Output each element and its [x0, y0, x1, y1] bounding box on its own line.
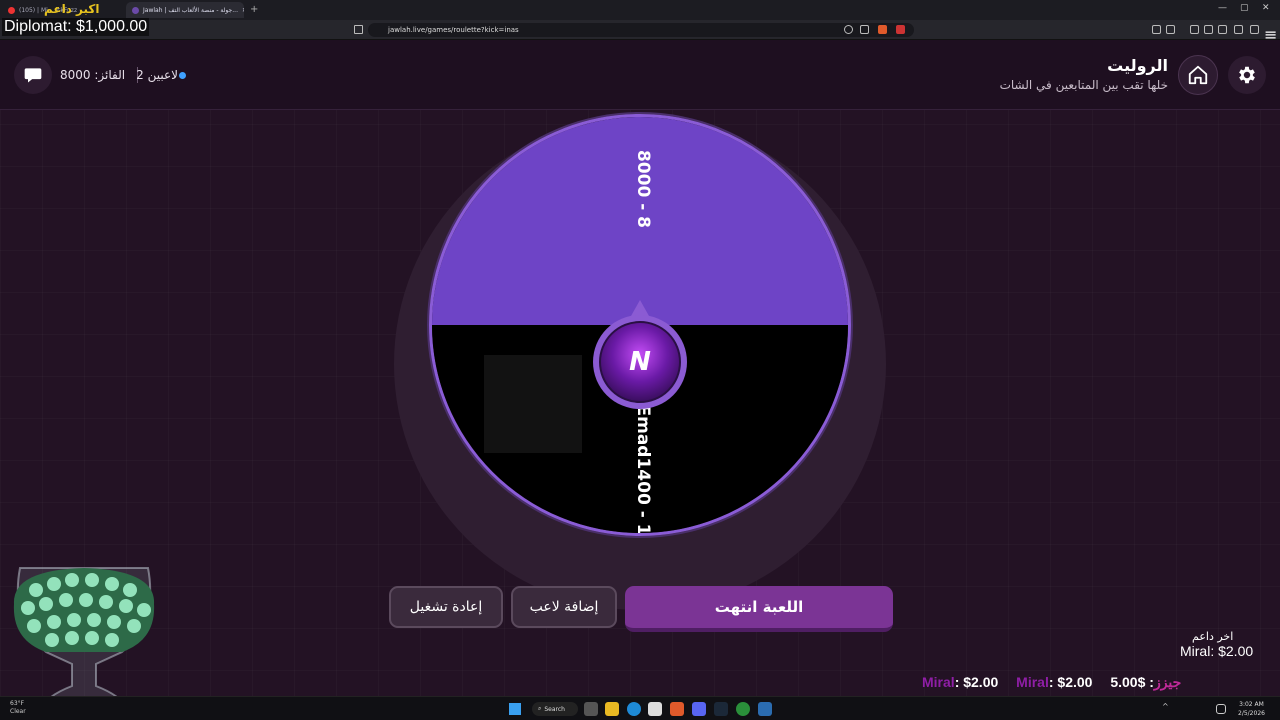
chat-button[interactable] [14, 56, 52, 94]
app-icon[interactable] [758, 702, 772, 716]
system-clock[interactable]: 3:02 AM 2/5/2026 [1238, 700, 1265, 718]
browser-address-bar: jawlah.live/games/roulette?kick=inas ≡ [0, 20, 1280, 44]
ticker-name: Miral [1016, 674, 1049, 690]
restore-icon[interactable]: ▢ [1240, 3, 1249, 13]
brave-rewards-icon[interactable] [896, 25, 905, 34]
share-icon[interactable] [860, 25, 869, 34]
restart-button[interactable]: إعادة تشغيل [389, 586, 503, 628]
vpn-icon[interactable] [1250, 25, 1259, 34]
ticker-amount: : $2.00 [1048, 674, 1093, 690]
settings-button[interactable] [1228, 56, 1266, 94]
page-header: الروليت خلها تقب بين المتابعين في الشات … [0, 40, 1280, 110]
screenshot-icon[interactable] [1166, 25, 1175, 34]
url-text: jawlah.live/games/roulette?kick=inas [388, 26, 519, 34]
ticker-amount: : $2.00 [954, 674, 999, 690]
ticker-name: Miral [922, 674, 955, 690]
weather-temp: 63°F [10, 700, 25, 707]
page-title: الروليت [1107, 56, 1168, 75]
latest-donor-entry: Miral: $2.00 [1180, 643, 1254, 659]
weather-desc: Clear [10, 708, 26, 715]
tab-label: Jawlah | جولة - منصة الألعاب التف... [143, 6, 238, 14]
page-subtitle: خلها تقب بين المتابعين في الشات [999, 78, 1168, 92]
top-supporter-label: اكبر داعم [44, 2, 100, 16]
players-count: 2 لاعبين [136, 68, 178, 82]
extensions-icon[interactable] [1152, 25, 1161, 34]
file-explorer-icon[interactable] [605, 702, 619, 716]
wheel-pointer [631, 300, 649, 316]
music-icon[interactable] [1190, 25, 1199, 34]
edge-icon[interactable] [627, 702, 641, 716]
donation-ticker: Miral: $2.00 Miral: $2.00 5.00$ :جيزز [922, 674, 1181, 691]
browser-tab-bar: (105) | Mi... ickFuzz Jawlah | جولة - من… [0, 0, 1280, 20]
stream-overlay-top: اكبر داعم Diplomat: $1,000.00 [0, 0, 156, 40]
home-icon [1188, 65, 1208, 85]
close-window-icon[interactable]: ✕ [1262, 3, 1270, 13]
minimize-icon[interactable]: — [1218, 3, 1227, 13]
leo-icon[interactable] [1234, 25, 1243, 34]
steam-icon[interactable] [714, 702, 728, 716]
store-icon[interactable] [648, 702, 662, 716]
zoom-icon[interactable] [844, 25, 853, 34]
windows-start-icon[interactable] [509, 703, 521, 715]
chat-icon [24, 68, 42, 83]
settings-icon [1239, 66, 1255, 84]
add-player-button[interactable]: إضافة لاعب [511, 586, 617, 628]
url-input[interactable]: jawlah.live/games/roulette?kick=inas [368, 23, 914, 37]
game-over-button[interactable]: اللعبة انتهت [625, 586, 893, 632]
new-tab-button[interactable]: + [250, 4, 258, 15]
segment-label: Emad1400 - 1 [633, 404, 653, 536]
close-tab-icon[interactable]: ✕ [242, 7, 244, 14]
search-label: Search [544, 705, 565, 713]
segment-avatar-image [484, 355, 582, 453]
wheel-center-avatar: N [593, 315, 687, 409]
latest-donor-title: اخر داعم [1192, 630, 1234, 643]
segment-label: 8000 - 8 [633, 149, 653, 229]
menu-icon[interactable]: ≡ [1264, 25, 1277, 44]
ticker-amount: 5.00$ : [1110, 674, 1154, 690]
wallet-icon[interactable] [1218, 25, 1227, 34]
latest-donor-overlay: اخر داعم Miral: $2.00 [1180, 630, 1260, 659]
search-icon: ⌕ [538, 705, 542, 712]
windows-taskbar: 63°F Clear ⌕ Search ^ 3:02 AM 2/5/2026 [0, 696, 1280, 720]
network-icon[interactable] [1216, 704, 1226, 714]
tray-chevron-icon[interactable]: ^ [1162, 702, 1172, 716]
clock-time: 3:02 AM [1239, 701, 1264, 708]
taskbar-search[interactable]: ⌕ Search [532, 702, 578, 716]
winner-label: الفائز: 8000 [60, 68, 126, 82]
app-icon[interactable] [736, 702, 750, 716]
ticker-name: جيزز [1153, 674, 1182, 690]
discord-icon[interactable] [692, 702, 706, 716]
weather-widget[interactable]: 63°F Clear [10, 700, 26, 716]
sidebar-icon[interactable] [1204, 25, 1213, 34]
bookmark-icon[interactable] [354, 25, 363, 34]
online-indicator [179, 72, 186, 79]
brave-icon[interactable] [670, 702, 684, 716]
streamer-avatar: N [599, 321, 681, 403]
clock-date: 2/5/2026 [1238, 710, 1265, 717]
top-supporter-text: Diplomat: $1,000.00 [2, 18, 150, 36]
task-view-icon[interactable] [584, 702, 598, 716]
brave-shield-icon[interactable] [878, 25, 887, 34]
logo-letter: N [629, 347, 651, 377]
home-button[interactable] [1178, 55, 1218, 95]
